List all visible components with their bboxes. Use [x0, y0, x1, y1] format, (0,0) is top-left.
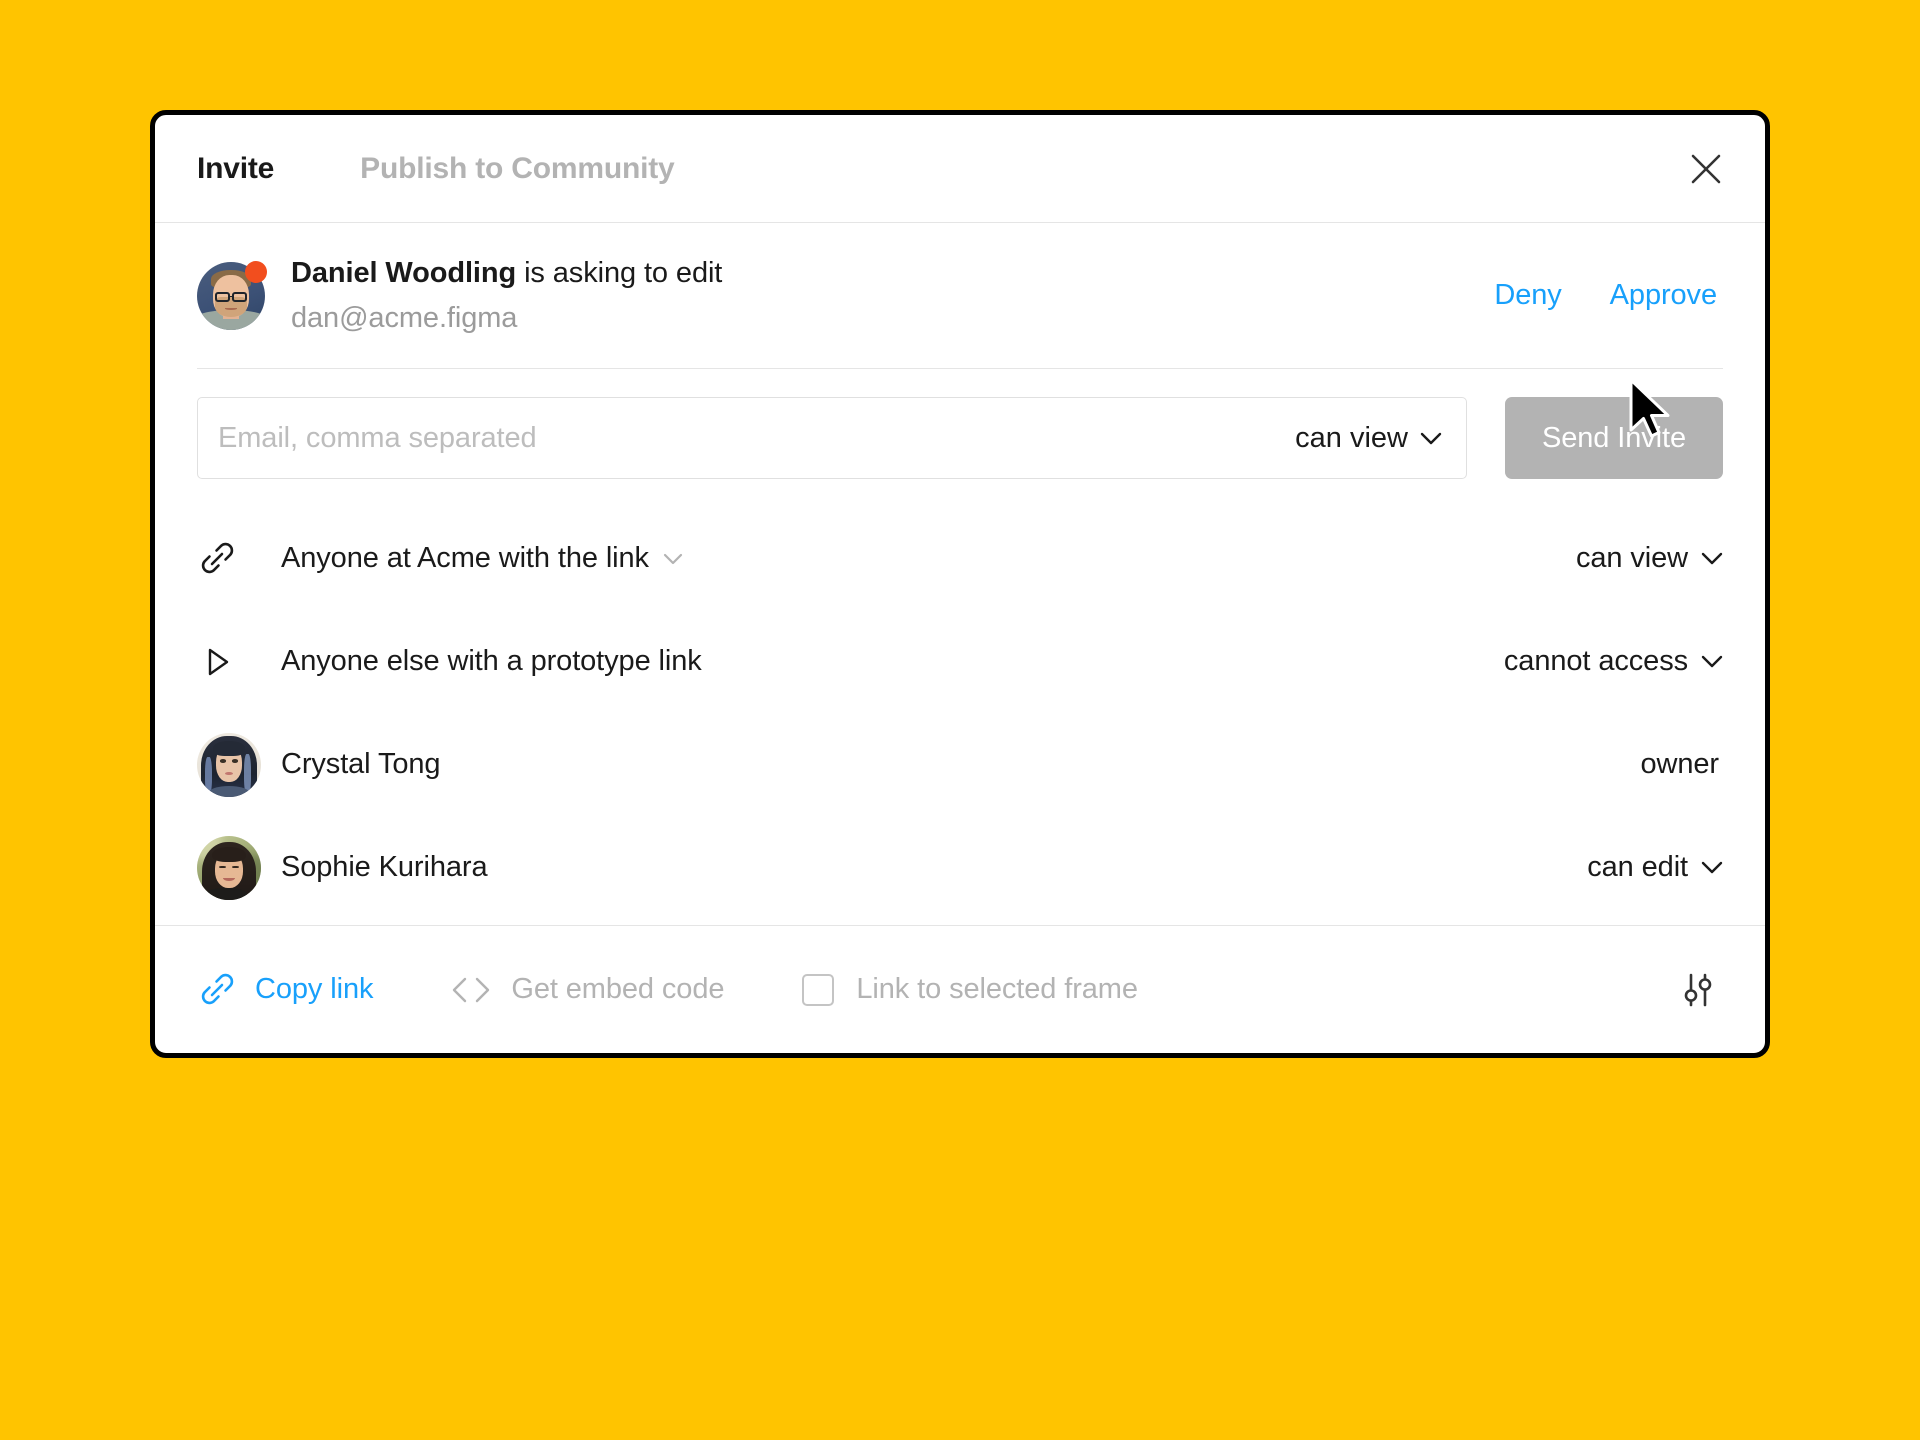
- dialog-footer: Copy link Get embed code Link to selecte…: [155, 925, 1765, 1053]
- email-field-wrapper[interactable]: Email, comma separated can view: [197, 397, 1467, 479]
- member-name-crystal-tong: Crystal Tong: [281, 748, 441, 781]
- member-name-text: Sophie Kurihara: [281, 851, 488, 883]
- requester-email: dan@acme.figma: [291, 301, 518, 334]
- crystal-avatar: [197, 732, 261, 797]
- crystal-avatar-wrapper: [197, 732, 261, 797]
- access-label-text: Anyone at Acme with the link: [281, 542, 649, 574]
- checkbox-icon[interactable]: [802, 973, 835, 1006]
- requester-name: Daniel Woodling: [291, 257, 517, 290]
- link-to-selected-frame-checkbox[interactable]: Link to selected frame: [802, 973, 1138, 1006]
- request-actions: Deny Approve: [1494, 279, 1723, 312]
- access-list: Anyone at Acme with the link can view An…: [197, 507, 1723, 919]
- approve-button[interactable]: Approve: [1610, 279, 1717, 312]
- link-frame-label: Link to selected frame: [856, 973, 1138, 1005]
- dialog-body: Daniel Woodling is asking to edit dan@ac…: [155, 223, 1765, 925]
- sophie-avatar-wrapper: [197, 835, 261, 900]
- request-headline: Daniel Woodling is asking to edit: [291, 255, 722, 291]
- link-icon: [201, 973, 234, 1004]
- tab-invite[interactable]: Invite: [197, 152, 274, 186]
- invite-permission-label: can view: [1295, 421, 1408, 454]
- permission-label: cannot access: [1503, 645, 1688, 677]
- permission-dropdown-prototype-link[interactable]: cannot access: [1504, 645, 1723, 678]
- chevron-down-icon: [1701, 552, 1723, 565]
- permission-dropdown-sophie-kurihara[interactable]: can edit: [1587, 851, 1723, 884]
- chevron-down-icon: [1420, 432, 1442, 444]
- invite-permission-dropdown[interactable]: can view: [1295, 422, 1442, 455]
- access-label-anyone-at-acme[interactable]: Anyone at Acme with the link: [281, 542, 683, 575]
- notification-dot-icon: [245, 260, 267, 283]
- link-icon: [201, 542, 234, 573]
- close-button[interactable]: [1683, 146, 1729, 192]
- send-invite-button[interactable]: Send Invite: [1505, 397, 1723, 479]
- copy-link-button[interactable]: Copy link: [197, 970, 373, 1010]
- member-name-sophie-kurihara: Sophie Kurihara: [281, 851, 488, 884]
- get-embed-code-button[interactable]: Get embed code: [449, 973, 724, 1006]
- tab-publish-to-community[interactable]: Publish to Community: [360, 152, 675, 186]
- sliders-settings-icon: [1684, 973, 1712, 1006]
- share-settings-button[interactable]: [1673, 965, 1723, 1015]
- edit-request-row: Daniel Woodling is asking to edit dan@ac…: [197, 223, 1723, 369]
- permission-label: can view: [1575, 542, 1688, 574]
- permission-label-crystal-tong: owner: [1641, 748, 1724, 781]
- copy-link-label: Copy link: [255, 973, 374, 1005]
- permission-dropdown-anyone-at-acme[interactable]: can view: [1576, 542, 1723, 575]
- close-icon: [1691, 154, 1721, 183]
- access-label-prototype-link: Anyone else with a prototype link: [281, 645, 702, 678]
- code-brackets-icon: [453, 977, 490, 1002]
- prototype-play-icon: [208, 648, 229, 675]
- embed-code-label: Get embed code: [511, 973, 725, 1005]
- permission-label: owner: [1640, 748, 1720, 780]
- access-row-crystal-tong: Crystal Tong owner: [197, 713, 1723, 816]
- daniel-avatar: [197, 260, 267, 330]
- sophie-avatar: [197, 835, 261, 900]
- deny-button[interactable]: Deny: [1494, 279, 1561, 312]
- access-row-prototype-link: Anyone else with a prototype link cannot…: [197, 610, 1723, 713]
- request-action-text: is asking to edit: [516, 257, 723, 290]
- dialog-header: Invite Publish to Community: [155, 115, 1765, 223]
- chevron-down-icon: [663, 553, 683, 564]
- email-input[interactable]: Email, comma separated: [218, 422, 1295, 455]
- chevron-down-icon: [1701, 655, 1723, 668]
- invite-input-row: Email, comma separated can view Send Inv…: [197, 369, 1723, 507]
- access-label-text: Anyone else with a prototype link: [281, 645, 702, 677]
- member-name-text: Crystal Tong: [281, 748, 441, 780]
- prototype-icon-wrapper: [197, 642, 241, 682]
- chevron-down-icon: [1701, 861, 1723, 874]
- permission-label: can edit: [1587, 851, 1688, 883]
- request-text-block: Daniel Woodling is asking to edit dan@ac…: [291, 255, 722, 336]
- share-dialog: Invite Publish to Community Daniel Woodl…: [150, 110, 1770, 1058]
- link-icon-wrapper: [197, 539, 241, 579]
- access-row-anyone-at-acme: Anyone at Acme with the link can view: [197, 507, 1723, 610]
- access-row-sophie-kurihara: Sophie Kurihara can edit: [197, 816, 1723, 919]
